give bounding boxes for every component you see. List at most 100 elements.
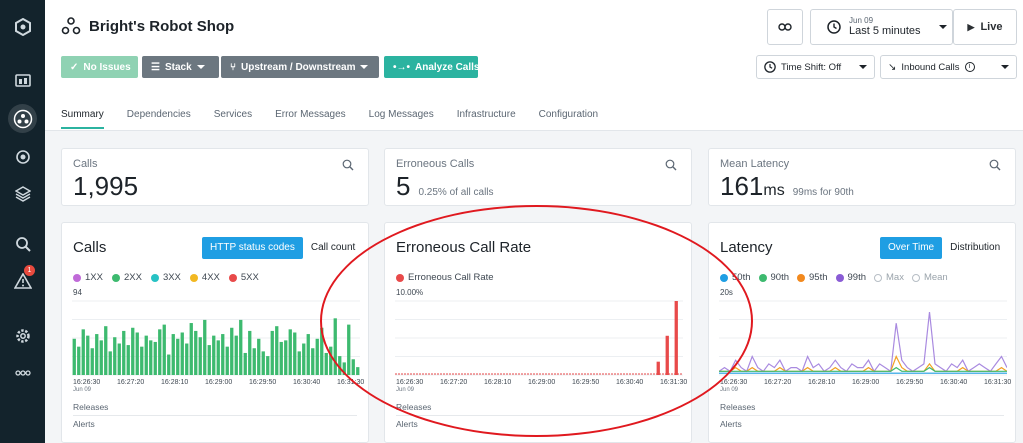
tab-configuration[interactable]: Configuration	[539, 109, 598, 129]
no-issues-button[interactable]: ✓ No Issues	[61, 56, 138, 78]
legend-item-99th[interactable]: 99th	[835, 272, 866, 283]
calls-bar	[113, 337, 117, 375]
distribution-toggle[interactable]: Distribution	[942, 237, 1008, 259]
legend-label: 50th	[732, 272, 751, 283]
infrastructure-icon[interactable]	[8, 179, 37, 208]
legend-item-95th[interactable]: 95th	[797, 272, 828, 283]
calls-bar	[324, 352, 328, 375]
services-icon[interactable]	[8, 142, 37, 171]
releases-row-label: Releases	[720, 402, 756, 412]
calls-bar	[167, 354, 171, 375]
clock-icon	[764, 61, 776, 73]
check-icon: ✓	[70, 61, 79, 73]
zoom-icon[interactable]	[665, 159, 677, 171]
latency-line-chart[interactable]	[719, 299, 1007, 377]
legend-item-1xx[interactable]: 1XX	[73, 272, 103, 283]
tab-summary[interactable]: Summary	[61, 109, 104, 129]
error-bar	[656, 361, 660, 375]
error-rate-chart-card: Erroneous Call Rate Erroneous Call Rate …	[384, 222, 692, 443]
alerts-icon[interactable]: 1	[8, 265, 37, 295]
calls-bar	[297, 351, 301, 375]
legend-dot	[396, 273, 404, 282]
settings-icon[interactable]	[8, 321, 37, 350]
error-rate-y-max-label: 10.00%	[396, 288, 424, 297]
calls-bar	[252, 348, 256, 375]
calls-view-toggle: HTTP status codes Call count	[202, 237, 363, 259]
x-tick-label: 16:30:40	[940, 379, 968, 386]
latency-chart-card: Latency Over Time Distribution 50th 90th…	[708, 222, 1016, 443]
tab-dependencies[interactable]: Dependencies	[127, 109, 191, 129]
legend-item-50th[interactable]: 50th	[720, 272, 751, 283]
tab-log-messages[interactable]: Log Messages	[369, 109, 434, 129]
latency-chart-title: Latency	[720, 239, 773, 256]
calls-bar	[270, 330, 274, 375]
calls-bar	[261, 351, 265, 375]
legend-item-3xx[interactable]: 3XX	[150, 272, 181, 283]
tab-error-messages[interactable]: Error Messages	[275, 109, 346, 129]
calls-bar	[189, 323, 193, 375]
errors-kpi-card: Erroneous Calls 5 0.25% of all calls	[384, 148, 692, 206]
legend-item-4xx[interactable]: 4XX	[189, 272, 220, 283]
legend-item-90th[interactable]: 90th	[758, 272, 789, 283]
error-rate-bar-chart[interactable]	[395, 299, 683, 377]
latency-view-toggle: Over Time Distribution	[880, 237, 1008, 259]
live-label: Live	[980, 21, 1003, 33]
x-tick-label: 16:28:10	[161, 379, 189, 386]
http-status-codes-toggle[interactable]: HTTP status codes	[202, 237, 303, 259]
latency-kpi-card: Mean Latency 161ms 99ms for 90th	[708, 148, 1016, 206]
legend-item-5xx[interactable]: 5XX	[228, 272, 259, 283]
time-range-picker[interactable]: Jun 09 Last 5 minutes	[810, 9, 953, 45]
calls-chart-card: Calls HTTP status codes Call count 1XX 2…	[61, 222, 369, 443]
info-icon[interactable]: i	[964, 62, 975, 72]
alert-count-badge: 1	[24, 265, 35, 276]
calls-bar	[153, 341, 157, 375]
search-icon[interactable]	[8, 229, 37, 258]
stack-dropdown[interactable]: ☰ Stack	[142, 56, 219, 78]
calls-bar	[171, 334, 175, 375]
analyze-calls-label: Analyze Calls	[415, 61, 480, 73]
calls-bar	[234, 335, 238, 375]
x-tick-label: 16:30:40	[293, 379, 321, 386]
legend-dot	[150, 273, 159, 282]
more-icon[interactable]	[8, 358, 37, 387]
legend-dot	[73, 273, 81, 282]
over-time-toggle[interactable]: Over Time	[880, 237, 943, 259]
x-tick-date: Jun 09	[720, 387, 739, 393]
legend-dot	[835, 273, 844, 282]
calls-bar	[198, 337, 202, 375]
upstream-downstream-label: Upstream / Downstream	[241, 61, 356, 73]
analyze-calls-button[interactable]: •→• Analyze Calls	[384, 56, 480, 78]
chevron-down-icon	[360, 65, 369, 69]
calls-bar	[140, 346, 144, 375]
legend-item-2xx[interactable]: 2XX	[111, 272, 142, 283]
chevron-down-icon	[859, 65, 867, 69]
calls-bar	[122, 330, 126, 375]
chevron-down-icon	[196, 65, 205, 69]
tab-services[interactable]: Services	[214, 109, 252, 129]
upstream-downstream-dropdown[interactable]: ⑂ Upstream / Downstream	[221, 56, 379, 78]
legend-item-max[interactable]: Max	[874, 272, 904, 283]
zoom-icon[interactable]	[342, 159, 354, 171]
tab-infrastructure[interactable]: Infrastructure	[457, 109, 516, 129]
applications-icon[interactable]	[8, 104, 37, 133]
calls-bar	[347, 324, 351, 375]
live-button[interactable]: ▶ Live	[953, 9, 1017, 45]
alerts-row-label: Alerts	[720, 419, 742, 429]
zoom-icon[interactable]	[989, 159, 1001, 171]
call-count-toggle[interactable]: Call count	[303, 237, 363, 259]
calls-bar	[284, 340, 288, 375]
legend-item-mean[interactable]: Mean	[911, 272, 948, 283]
calls-bar	[194, 330, 198, 375]
calls-bar	[216, 340, 220, 375]
latency-y-max-label: 20s	[720, 288, 733, 297]
dashboard-icon[interactable]	[8, 66, 37, 95]
errors-kpi-label: Erroneous Calls	[396, 158, 475, 170]
inbound-calls-dropdown[interactable]: ↘ Inbound Calls i	[880, 55, 1017, 79]
calls-kpi-label: Calls	[73, 158, 98, 170]
legend-item-error-rate[interactable]: Erroneous Call Rate	[396, 272, 494, 283]
copy-link-button[interactable]	[767, 9, 803, 45]
calls-bar	[320, 327, 324, 375]
calls-bar-chart[interactable]	[72, 299, 360, 377]
logo-icon[interactable]	[8, 12, 37, 41]
time-shift-dropdown[interactable]: Time Shift: Off	[756, 55, 875, 79]
